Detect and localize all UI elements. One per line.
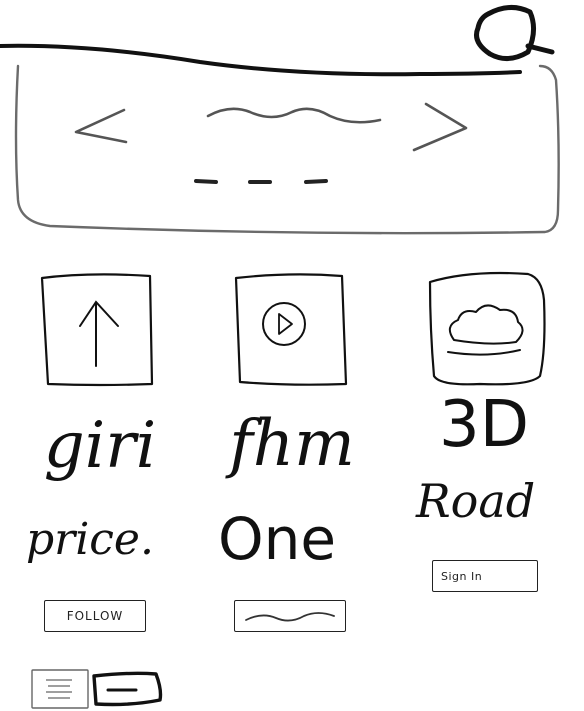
tile-caption-cloud: 3D (439, 388, 529, 462)
play-icon (262, 302, 306, 346)
carousel-panel (14, 64, 560, 235)
card-title-road: Road (416, 474, 536, 528)
chevron-left-icon[interactable] (74, 108, 128, 144)
card-title-price: price. (26, 514, 154, 565)
tile-play[interactable] (234, 273, 348, 386)
tile-upload[interactable] (40, 273, 154, 387)
cloud-icon (447, 304, 524, 356)
dots-icon[interactable] (194, 179, 328, 184)
card-title-one: One (218, 505, 337, 573)
text-lines-icon[interactable] (31, 669, 89, 709)
sign-in-button-label: Sign In (441, 569, 483, 583)
sign-in-button[interactable]: Sign In (432, 560, 538, 592)
squiggle-icon (206, 107, 382, 124)
follow-button-label: FOLLOW (66, 609, 124, 623)
chevron-right-icon[interactable] (412, 102, 468, 152)
squiggle-button[interactable] (234, 600, 346, 632)
tile-cloud[interactable] (428, 271, 546, 386)
header-line (0, 43, 522, 77)
upload-arrow-icon (79, 300, 119, 367)
sketch-page: giri fhm 3D price. One Road FOLLOW Sign … (0, 0, 584, 711)
tile-caption-upload: giri (43, 409, 157, 483)
search-icon[interactable] (474, 5, 555, 61)
minus-icon[interactable] (92, 671, 163, 707)
follow-button[interactable]: FOLLOW (44, 600, 146, 632)
tile-caption-play: fhm (229, 407, 355, 481)
